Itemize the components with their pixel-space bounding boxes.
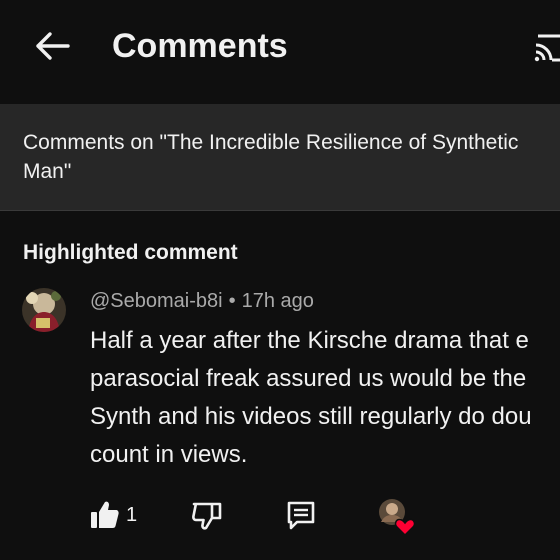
thumbs-down-icon bbox=[192, 502, 222, 530]
context-line: Comments on "The Incredible Resilience o… bbox=[23, 131, 519, 154]
reply-comment-icon bbox=[287, 501, 315, 530]
cast-button[interactable] bbox=[530, 28, 560, 68]
comment-time: 17h ago bbox=[241, 290, 314, 312]
app-header: Comments bbox=[0, 0, 560, 104]
user-avatar-image bbox=[22, 288, 66, 332]
video-context-text: Comments on "The Incredible Resilience o… bbox=[23, 128, 560, 186]
cast-icon bbox=[534, 34, 560, 62]
comment-body[interactable]: Half a year after the Kirsche drama that… bbox=[90, 322, 560, 474]
comment-line: Half a year after the Kirsche drama that… bbox=[90, 327, 529, 354]
comment-line: parasocial freak assured us would be the bbox=[90, 365, 527, 392]
comment-actions: 1 bbox=[0, 490, 560, 540]
comment-line: Synth and his videos still regularly do … bbox=[90, 403, 532, 430]
highlighted-comment-heading: Highlighted comment bbox=[23, 241, 238, 264]
back-button[interactable] bbox=[30, 26, 74, 66]
creator-heart-badge bbox=[374, 494, 418, 538]
page-title: Comments bbox=[112, 27, 288, 65]
thumbs-up-icon bbox=[91, 501, 119, 528]
dislike-button[interactable] bbox=[190, 498, 224, 532]
context-line: Man" bbox=[23, 160, 72, 183]
creator-heart-icon bbox=[379, 499, 416, 537]
like-count: 1 bbox=[126, 504, 138, 526]
meta-separator: • bbox=[228, 290, 236, 312]
avatar[interactable] bbox=[22, 288, 66, 332]
arrow-left-icon bbox=[36, 32, 70, 60]
like-button[interactable] bbox=[88, 498, 122, 532]
comment-author[interactable]: @Sebomai-b8i bbox=[90, 290, 223, 312]
reply-button[interactable] bbox=[284, 498, 318, 532]
comment-meta: @Sebomai-b8i • 17h ago bbox=[90, 290, 314, 313]
comment-line: count in views. bbox=[90, 441, 248, 468]
